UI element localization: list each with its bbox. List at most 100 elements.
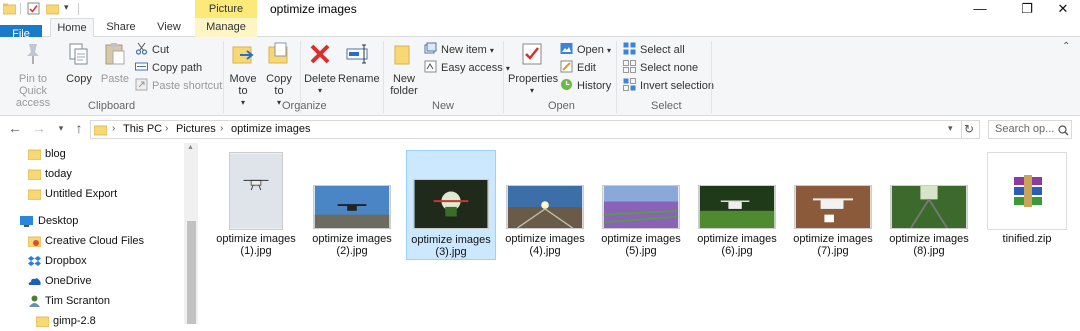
recent-locations-icon[interactable]: ▾ — [52, 123, 70, 134]
properties-button[interactable]: Properties ▾ — [508, 41, 559, 97]
nav-item-desktop[interactable]: Desktop — [0, 211, 184, 231]
properties-icon — [522, 43, 542, 65]
select-all-button[interactable]: Select all — [623, 42, 685, 58]
navigation-pane: blog today Untitled Export Desktop Creat… — [0, 143, 198, 327]
image-thumbnail — [890, 185, 968, 229]
scroll-up-icon[interactable]: ▲ — [187, 144, 194, 151]
nav-item-dropbox[interactable]: Dropbox — [0, 251, 184, 271]
tab-share[interactable]: Share — [100, 18, 142, 37]
nav-item-onedrive[interactable]: OneDrive — [0, 271, 184, 291]
folder-icon — [36, 316, 49, 327]
address-dropdown-icon[interactable]: ▾ — [948, 123, 953, 134]
breadcrumb-separator-icon: › — [112, 123, 116, 134]
file-item[interactable]: optimize images (6).jpg — [692, 150, 782, 260]
breadcrumb-separator-icon: › — [165, 123, 169, 134]
new-folder-icon[interactable] — [46, 2, 59, 15]
clipboard-group-label: Clipboard — [88, 100, 136, 112]
copy-path-button[interactable]: Copy path — [135, 60, 202, 76]
scissors-icon — [135, 42, 148, 55]
tab-home[interactable]: Home — [50, 18, 94, 38]
desktop-icon — [20, 216, 33, 227]
group-separator — [383, 41, 384, 113]
qa-customize-icon[interactable]: ▾ — [64, 2, 69, 13]
file-item[interactable]: tinified.zip — [982, 150, 1072, 260]
history-button[interactable]: History — [560, 78, 611, 94]
open-button[interactable]: Open ▾ — [560, 42, 611, 58]
edit-button[interactable]: Edit — [560, 60, 596, 76]
folder-icon — [28, 189, 41, 200]
paste-button[interactable]: Paste — [98, 41, 132, 85]
breadcrumb-separator-icon: › — [220, 123, 224, 134]
easy-access-button[interactable]: Easy access ▾ — [424, 60, 510, 76]
nav-item-untitled-export[interactable]: Untitled Export — [0, 184, 184, 204]
history-label: History — [577, 80, 612, 92]
collapse-ribbon-icon[interactable]: ⌃ — [1062, 41, 1070, 52]
file-item[interactable]: optimize images (5).jpg — [596, 150, 686, 260]
select-none-button[interactable]: Select none — [623, 60, 698, 76]
file-item[interactable]: optimize images (4).jpg — [500, 150, 590, 260]
qa-separator — [78, 3, 79, 15]
file-item[interactable]: optimize images (8).jpg — [884, 150, 974, 260]
copy-to-icon — [268, 42, 288, 64]
nav-item-gimp-2-8[interactable]: gimp-2.8 — [0, 311, 184, 331]
breadcrumb-this-pc[interactable]: This PC — [123, 123, 162, 135]
paste-shortcut-label: Paste shortcut — [152, 80, 223, 92]
new-folder-button[interactable]: New folder — [386, 41, 422, 97]
nav-item-label: today — [45, 168, 72, 180]
pin-to-quick-access-button[interactable]: Pin to Quick access — [4, 41, 62, 109]
rename-button[interactable]: Rename — [338, 41, 380, 85]
delete-button[interactable]: Delete ▾ — [303, 41, 337, 97]
onedrive-icon — [28, 278, 41, 285]
tab-view[interactable]: View — [148, 18, 190, 37]
cut-button[interactable]: Cut — [135, 42, 169, 58]
image-thumbnail — [229, 152, 283, 230]
edit-label: Edit — [577, 62, 596, 74]
move-to-button[interactable]: Move to ▾ — [226, 41, 260, 109]
copy-icon — [69, 43, 88, 65]
new-folder-icon — [394, 45, 410, 65]
up-arrow-icon[interactable]: ↑ — [70, 120, 88, 136]
file-name: optimize images (1).jpg — [216, 233, 296, 257]
close-button[interactable]: ✕ — [1043, 0, 1080, 18]
user-icon — [29, 295, 40, 307]
properties-icon[interactable] — [27, 2, 40, 15]
copy-to-label: Copy to — [266, 73, 292, 97]
move-to-dropdown-icon: ▾ — [240, 98, 245, 107]
creative-cloud-icon — [28, 236, 41, 247]
file-name: tinified.zip — [1002, 233, 1052, 245]
file-name: optimize images (3).jpg — [411, 234, 491, 258]
address-separator — [961, 121, 962, 138]
forward-arrow-icon[interactable]: → — [30, 120, 48, 136]
file-item[interactable]: optimize images (2).jpg — [307, 150, 397, 260]
nav-item-blog[interactable]: blog — [0, 144, 184, 164]
refresh-icon[interactable]: ↻ — [964, 122, 974, 136]
file-item-selected[interactable]: optimize images (3).jpg — [406, 150, 496, 260]
back-arrow-icon[interactable]: ← — [6, 120, 24, 136]
file-item[interactable]: optimize images (7).jpg — [788, 150, 878, 260]
file-item[interactable]: optimize images (1).jpg — [211, 150, 301, 260]
nav-scrollbar-thumb[interactable] — [187, 221, 196, 324]
tab-manage[interactable]: Manage — [199, 18, 253, 37]
select-none-icon — [623, 60, 636, 73]
address-row: ← → ▾ ↑ › This PC › Pictures › optimize … — [0, 116, 1080, 143]
nav-item-tim-scranton[interactable]: Tim Scranton — [0, 291, 184, 311]
breadcrumb-optimize-images[interactable]: optimize images — [231, 123, 310, 135]
minimize-button[interactable]: — — [960, 0, 1000, 18]
copy-to-button[interactable]: Copy to ▾ — [262, 41, 296, 109]
copy-button[interactable]: Copy — [62, 41, 96, 85]
maximize-button[interactable]: ❐ — [1007, 0, 1047, 18]
nav-item-label: Dropbox — [45, 255, 87, 267]
file-name: optimize images (7).jpg — [793, 233, 873, 257]
address-bar[interactable]: › This PC › Pictures › optimize images ▾… — [90, 120, 980, 139]
paste-shortcut-button[interactable]: Paste shortcut — [135, 78, 222, 94]
breadcrumb-pictures[interactable]: Pictures — [176, 123, 216, 135]
properties-label: Properties — [508, 73, 559, 85]
invert-selection-button[interactable]: Invert selection — [623, 78, 714, 94]
nav-item-today[interactable]: today — [0, 164, 184, 184]
new-item-button[interactable]: New item ▾ — [424, 42, 494, 58]
delete-x-icon — [310, 44, 330, 64]
nav-item-creative-cloud-files[interactable]: Creative Cloud Files — [0, 231, 184, 251]
delete-dropdown-icon: ▾ — [317, 86, 322, 95]
paste-label: Paste — [100, 73, 130, 85]
image-thumbnail — [602, 185, 680, 229]
